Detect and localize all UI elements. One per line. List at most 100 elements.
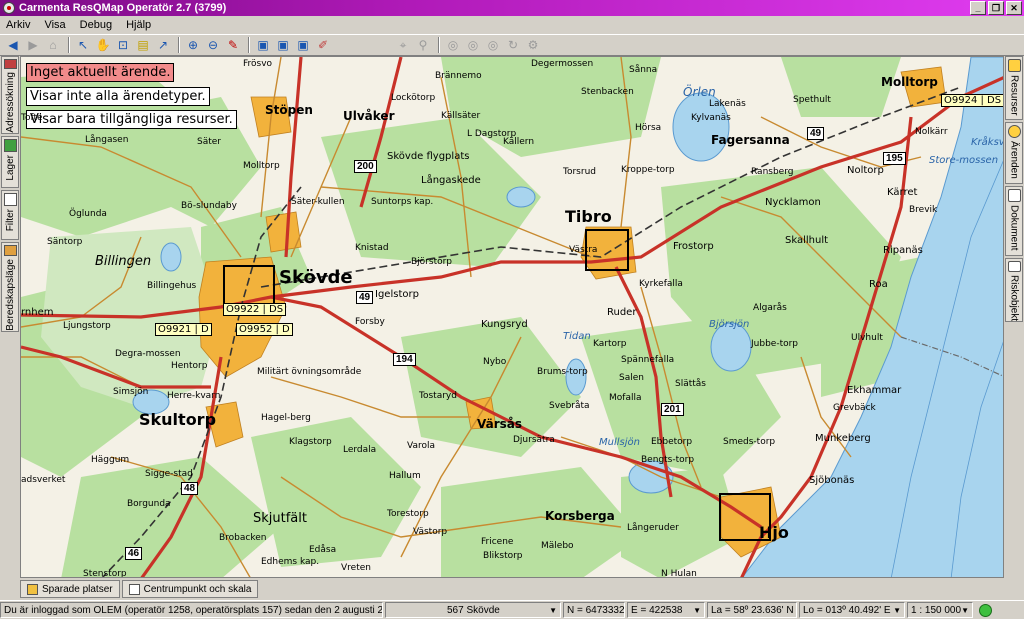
home-icon[interactable]: ⌂: [44, 36, 62, 54]
pan-hand-icon[interactable]: ✋: [94, 36, 112, 54]
connection-status-icon: [979, 603, 992, 617]
layer3-icon[interactable]: ▣: [294, 36, 312, 54]
place-label: Kartorp: [593, 339, 627, 349]
place-label: Källern: [503, 137, 535, 147]
case-type-filter-message: Visar inte alla ärendetyper.: [26, 87, 210, 106]
signal2-icon[interactable]: ◎: [464, 36, 482, 54]
gps-target-icon[interactable]: ⌖: [394, 36, 412, 54]
refresh-icon[interactable]: ↻: [504, 36, 522, 54]
water-label: Mullsjön: [599, 437, 640, 448]
place-label: Igelstorp: [375, 289, 419, 300]
status-bar: Du är inloggad som OLEM (operatör 1258, …: [0, 600, 1024, 619]
status-area[interactable]: 567 Skövde ▼: [385, 602, 561, 618]
status-lat: La = 58º 23.636' N: [707, 602, 797, 618]
menu-hjalp[interactable]: Hjälp: [126, 19, 151, 31]
menu-debug[interactable]: Debug: [80, 19, 112, 31]
place-label: Långaskede: [421, 175, 481, 186]
road-number: 49: [356, 291, 374, 304]
measure-icon[interactable]: ▤: [134, 36, 152, 54]
tab-adressokning[interactable]: Adressökning: [1, 56, 19, 134]
tab-beredskapslage[interactable]: Beredskapsläge: [1, 242, 19, 332]
place-label: Torestorp: [387, 509, 429, 519]
place-label: Björstorp: [411, 257, 453, 267]
place-label: Djursätra: [513, 435, 555, 445]
place-label: Nycklamon: [765, 197, 821, 208]
place-label: Säter: [197, 137, 221, 147]
tab-riskobjekt[interactable]: Riskobjekt: [1005, 258, 1023, 322]
place-label: Källsäter: [441, 111, 481, 121]
place-label: Edhems kap.: [261, 557, 320, 567]
address-icon: [3, 59, 17, 70]
place-label: Roa: [869, 279, 888, 290]
place-label: Stenstorp: [83, 569, 127, 578]
place-label: Ljungstorp: [63, 321, 111, 331]
tab-saved-places[interactable]: Sparade platser: [20, 580, 120, 598]
place-label: Noltorp: [847, 165, 884, 176]
town-label: Korsberga: [545, 509, 615, 523]
tab-lager[interactable]: Lager: [1, 136, 19, 188]
place-label: Algarås: [753, 303, 787, 313]
back-arrow-icon[interactable]: ◀: [4, 36, 22, 54]
zoom-out-icon[interactable]: ⊖: [204, 36, 222, 54]
layer2-icon[interactable]: ▣: [274, 36, 292, 54]
resource-label[interactable]: O9952 | D: [236, 323, 293, 336]
search-person-icon[interactable]: ⚲: [414, 36, 432, 54]
menu-arkiv[interactable]: Arkiv: [6, 19, 30, 31]
place-label: Suntorps kap.: [371, 197, 434, 207]
place-label: Ripanäs: [883, 245, 923, 256]
tab-arenden[interactable]: Ärenden: [1005, 122, 1023, 184]
place-label: Spethult: [793, 95, 831, 105]
tab-filter[interactable]: Filter: [1, 190, 19, 240]
place-label: Bö-slundaby: [181, 201, 237, 211]
tab-center-scale[interactable]: Centrumpunkt och skala: [121, 580, 259, 598]
town-label: Ulvåker: [343, 109, 395, 123]
town-label: Tibro: [565, 207, 612, 226]
status-lon[interactable]: Lo = 013º 40.492' E ▼: [799, 602, 905, 618]
place-label: Grevbäck: [833, 403, 876, 413]
resources-icon: [1007, 59, 1021, 72]
place-label: Skövde flygplats: [387, 151, 470, 162]
signal-icon[interactable]: ◎: [444, 36, 462, 54]
close-button[interactable]: ✕: [1006, 1, 1022, 15]
water-label: Björsjön: [709, 319, 750, 330]
tab-resurser[interactable]: Resurser: [1005, 56, 1023, 120]
place-label: Kärret: [887, 187, 918, 198]
forward-arrow-icon[interactable]: ▶: [24, 36, 42, 54]
status-scale[interactable]: 1 : 150 000 ▼: [907, 602, 973, 618]
resource-label[interactable]: O9924 | DS: [941, 94, 1003, 107]
zoom-in-icon[interactable]: ⊕: [184, 36, 202, 54]
place-label: Degra-mossen: [115, 349, 181, 359]
window-title: Carmenta ResQMap Operatör 2.7 (3799): [19, 2, 227, 14]
layer-icon[interactable]: ▣: [254, 36, 272, 54]
place-label: Kyrkefalla: [639, 279, 683, 289]
menu-bar: Arkiv Visa Debug Hjälp: [0, 16, 1024, 34]
pointer-icon[interactable]: ↖: [74, 36, 92, 54]
place-label: Hagel-berg: [261, 413, 311, 423]
zoom-box-icon[interactable]: ⊡: [114, 36, 132, 54]
restore-button[interactable]: ❐: [988, 1, 1004, 15]
tab-dokument[interactable]: Dokument: [1005, 186, 1023, 256]
settings-icon[interactable]: ⚙: [524, 36, 542, 54]
place-label: Brännemo: [435, 71, 482, 81]
map-view[interactable]: Inget aktuellt ärende. Visar inte alla ä…: [20, 56, 1004, 578]
center-scale-icon: [128, 583, 140, 595]
place-label: N Hulan: [661, 569, 697, 578]
menu-visa[interactable]: Visa: [44, 19, 65, 31]
place-label: Klagstorp: [289, 437, 332, 447]
town-label: Skövde: [279, 267, 353, 288]
place-label: Spännefalla: [621, 355, 675, 365]
status-east[interactable]: E = 422538 ▼: [627, 602, 705, 618]
app-icon: [3, 2, 15, 14]
resource-label[interactable]: O9921 | D: [155, 323, 212, 336]
ruler-icon[interactable]: ↗: [154, 36, 172, 54]
place-label: Kroppe-torp: [621, 165, 675, 175]
signal3-icon[interactable]: ◎: [484, 36, 502, 54]
eraser-icon[interactable]: ✐: [314, 36, 332, 54]
readiness-icon: [3, 245, 17, 257]
edit-icon[interactable]: ✎: [224, 36, 242, 54]
place-label: Borgunda: [127, 499, 171, 509]
road-number: 195: [883, 152, 906, 165]
road-number: 194: [393, 353, 416, 366]
minimize-button[interactable]: _: [970, 1, 986, 15]
resource-label[interactable]: O9922 | DS: [223, 303, 287, 316]
